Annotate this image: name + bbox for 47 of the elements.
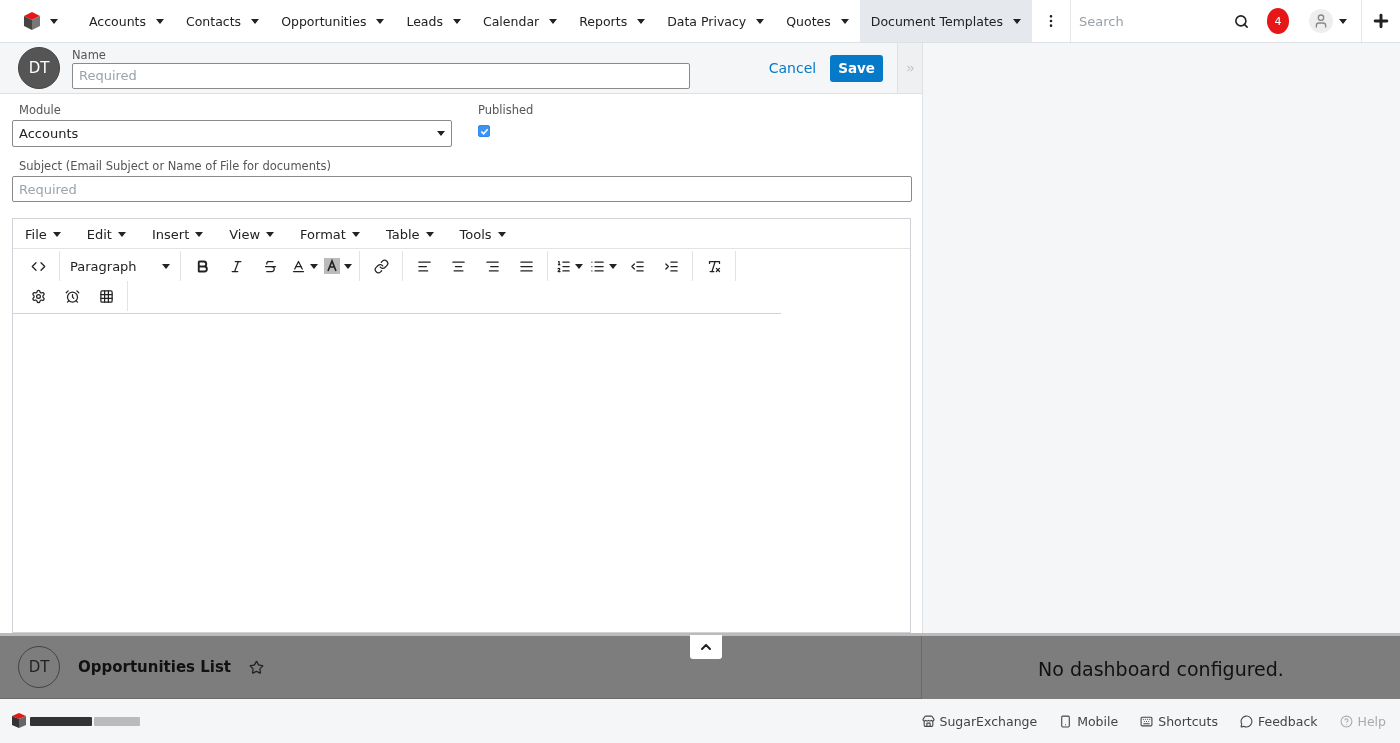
nav-tab[interactable]: Quotes (775, 0, 860, 42)
notification-badge[interactable]: 4 (1266, 8, 1290, 34)
footer-link[interactable]: Mobile (1059, 713, 1119, 729)
save-button[interactable]: Save (830, 54, 883, 82)
cancel-link[interactable]: Cancel (768, 60, 817, 76)
published-checkbox[interactable] (478, 125, 490, 137)
nav-tab[interactable]: Accounts (78, 0, 175, 42)
avatar-silhouette-icon (1309, 9, 1334, 33)
brand-logo-icon (10, 711, 142, 731)
store-icon (921, 714, 935, 728)
search-icon[interactable] (1233, 13, 1249, 29)
keyboard-icon (1140, 714, 1154, 728)
editor-menu[interactable]: Tools (451, 227, 514, 242)
favorite-star-icon[interactable] (249, 659, 265, 675)
footer-link[interactable]: Shortcuts (1140, 713, 1218, 729)
field-label: Published (478, 103, 534, 117)
empty-dashboard-message: No dashboard configured. (1038, 658, 1284, 682)
editor-menu[interactable]: Edit (78, 227, 134, 242)
module-avatar: DT (18, 47, 60, 89)
block-format-select[interactable]: Paragraph (64, 252, 176, 280)
nav-tab[interactable]: Document Templates (859, 0, 1033, 42)
nav-tab[interactable]: Leads (395, 0, 472, 42)
footer-link[interactable]: SugarExchange (921, 713, 1038, 729)
nav-tab[interactable]: Contacts (175, 0, 271, 42)
editor-menu[interactable]: Insert (143, 227, 212, 242)
expand-toggle[interactable] (690, 635, 722, 659)
footer-link[interactable]: Feedback (1239, 713, 1318, 729)
field-label: Module (18, 103, 62, 117)
help-icon (1339, 714, 1353, 728)
editor-menu[interactable]: Table (377, 227, 442, 242)
editor-menu[interactable]: File (17, 227, 69, 242)
collapse-toggle[interactable] (897, 43, 922, 93)
field-label: Name (72, 47, 107, 62)
name-input[interactable]: Required (72, 62, 690, 89)
nav-tab[interactable]: Data Privacy (656, 0, 776, 42)
nav-tab[interactable]: Reports (568, 0, 657, 42)
field-label: Subject (Email Subject or Name of File for documents) (18, 159, 332, 173)
module-select[interactable]: Accounts (12, 120, 452, 147)
cube-logo-icon (22, 11, 42, 31)
phone-icon (1059, 714, 1073, 728)
subject-input[interactable]: Required (12, 176, 912, 202)
editor-menu[interactable]: View (221, 227, 283, 242)
editor-menu[interactable]: Format (292, 227, 368, 242)
nav-tab[interactable]: Opportunities (270, 0, 396, 42)
drawer-title: Opportunities List (78, 658, 232, 676)
nav-tab[interactable]: Calendar (472, 0, 569, 42)
speech-bubble-icon (1239, 714, 1253, 728)
